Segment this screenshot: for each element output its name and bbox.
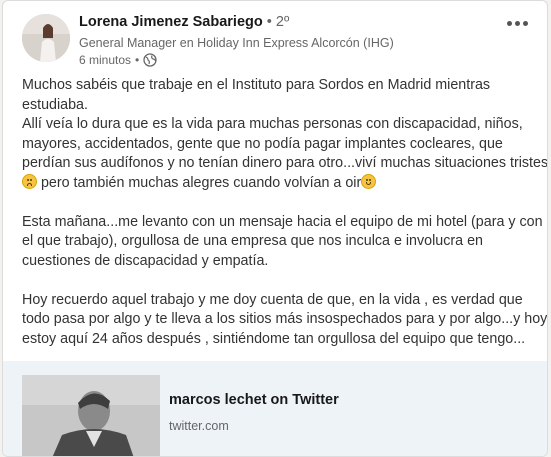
post-meta: 6 minutos •: [79, 53, 157, 67]
author-separator: •: [266, 14, 272, 30]
sad-face-emoji: [22, 173, 37, 189]
post-text-line: Muchos sabéis que trabaje en el Institut…: [22, 77, 491, 93]
author-headline: General Manager en Holiday Inn Express A…: [79, 36, 394, 50]
post-text-line: perdían sus audífonos y no tenían dinero…: [22, 155, 548, 171]
time-separator: •: [135, 53, 140, 67]
link-preview-card[interactable]: marcos lechet on Twitter twitter.com: [3, 361, 547, 456]
avatar-photo: [22, 14, 70, 62]
post-text-line: el que trabajo), orgullosa de una empres…: [22, 233, 483, 249]
feed-post-card: Lorena Jimenez Sabariego • 2º General Ma…: [2, 0, 548, 457]
author-name[interactable]: Lorena Jimenez Sabariego: [79, 14, 263, 30]
post-text-line: Hoy recuerdo aquel trabajo y me doy cuen…: [22, 291, 523, 308]
dot: [506, 20, 512, 26]
author-line: Lorena Jimenez Sabariego • 2º: [79, 14, 289, 30]
post-text-line-emoji: pero también muchas alegres cuando volví…: [22, 173, 538, 194]
post-time: 6 minutos: [79, 53, 132, 67]
post-text-line: Esta mañana...me levanto con un mensaje …: [22, 213, 543, 230]
post-text-line: todo pasa por algo y te lleva a los siti…: [22, 311, 548, 327]
dot: [522, 20, 528, 26]
post-text-line: cuestiones de discapacidad y empatía.: [22, 252, 269, 269]
link-preview-thumbnail[interactable]: [22, 375, 160, 456]
post-text-segment: pero también muchas alegres cuando volví…: [37, 174, 362, 191]
post-body: Muchos sabéis que trabaje en el Institut…: [22, 76, 548, 349]
post-text-line: mayores, accidentados, gente que no podí…: [22, 135, 503, 152]
author-avatar[interactable]: [22, 14, 70, 62]
post-text-line: Allí veía lo dura que es la vida para mu…: [22, 116, 523, 132]
globe-icon: [143, 53, 157, 67]
link-preview-domain: twitter.com: [169, 419, 229, 433]
post-text-line: estudiaba.: [22, 96, 88, 113]
more-options-icon[interactable]: [503, 11, 531, 35]
dot: [514, 20, 520, 26]
smiling-face-emoji: [361, 173, 377, 189]
link-preview-title[interactable]: marcos lechet on Twitter: [169, 392, 339, 408]
connection-degree: 2º: [275, 14, 290, 30]
post-text-line: estoy aquí 24 años después , sintiéndome…: [22, 330, 526, 347]
